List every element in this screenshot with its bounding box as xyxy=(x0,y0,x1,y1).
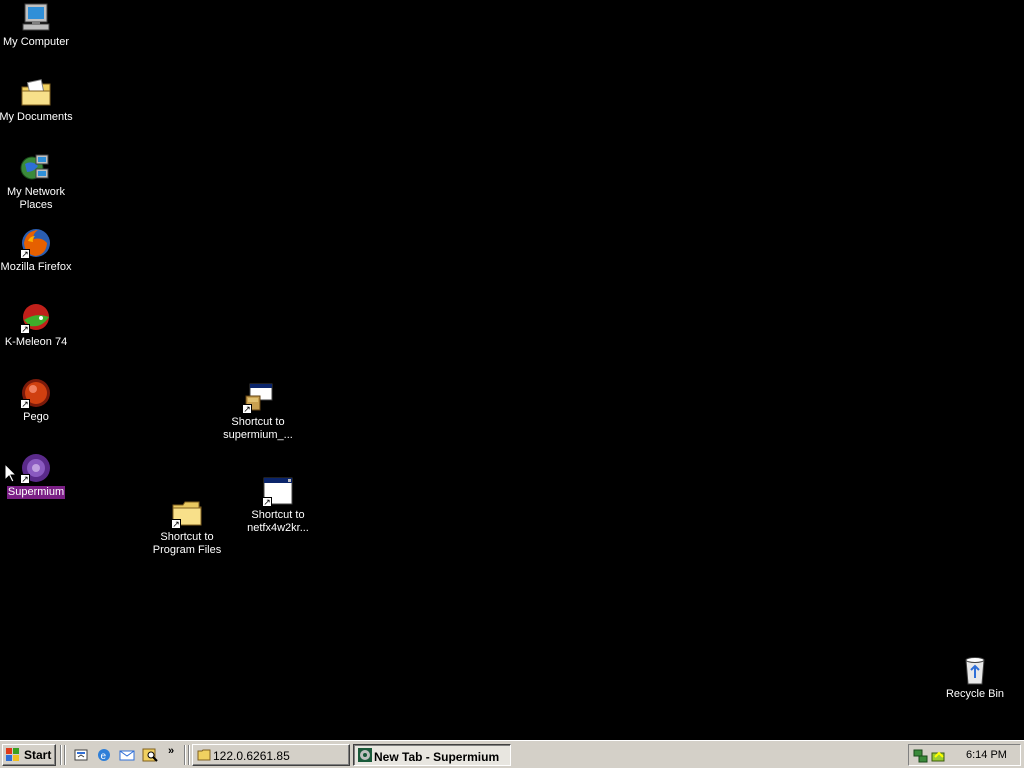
system-tray: 6:14 PM xyxy=(908,744,1021,766)
task-label: 122.0.6261.85 xyxy=(213,749,290,763)
shortcut-arrow-icon: ↗ xyxy=(20,249,30,259)
desktop[interactable]: My Computer My Documents My Network Plac… xyxy=(0,0,1024,740)
desktop-icon-k-meleon[interactable]: ↗ K-Meleon 74 xyxy=(0,302,74,349)
installer-icon: ↗ xyxy=(242,382,274,414)
window-app-icon: ↗ xyxy=(262,475,294,507)
svg-text:e: e xyxy=(101,751,107,762)
desktop-icon-label: Shortcut to Program Files xyxy=(152,531,222,556)
network-connection-icon[interactable] xyxy=(913,748,929,764)
mouse-cursor-icon xyxy=(4,463,18,483)
shortcut-arrow-icon: ↗ xyxy=(171,519,181,529)
desktop-icon-label: Shortcut to supermium_... xyxy=(223,416,293,441)
start-label: Start xyxy=(24,748,52,762)
taskbar-separator xyxy=(184,745,186,765)
desktop-icon-label: My Computer xyxy=(2,36,70,48)
desktop-icon-mozilla-firefox[interactable]: ↗ Mozilla Firefox xyxy=(0,227,74,274)
taskbar: Start e » 122.0.6261.85 New Tab - Superm… xyxy=(0,740,1024,768)
desktop-icon-my-network-places[interactable]: My Network Places xyxy=(0,152,74,212)
taskbar-separator xyxy=(60,745,62,765)
desktop-icon-recycle-bin[interactable]: Recycle Bin xyxy=(937,654,1013,701)
desktop-icon-label: My Network Places xyxy=(6,186,66,211)
desktop-icon-label: Supermium xyxy=(6,486,66,499)
desktop-icon-shortcut-supermium-installer[interactable]: ↗ Shortcut to supermium_... xyxy=(220,382,296,442)
taskbar-separator xyxy=(188,745,190,765)
clock[interactable]: 6:14 PM xyxy=(966,749,1007,761)
k-meleon-icon: ↗ xyxy=(20,302,52,334)
quick-launch-more-button[interactable]: » xyxy=(168,745,174,757)
my-documents-icon xyxy=(20,77,52,109)
pego-icon: ↗ xyxy=(20,377,52,409)
network-places-icon xyxy=(20,152,52,184)
shortcut-arrow-icon: ↗ xyxy=(262,497,272,507)
desktop-icon-label: Mozilla Firefox xyxy=(0,261,72,273)
my-computer-icon xyxy=(20,2,52,34)
desktop-icon-label: Pego xyxy=(23,411,49,423)
desktop-icon-my-documents[interactable]: My Documents xyxy=(0,77,74,124)
search-icon[interactable] xyxy=(142,747,158,763)
desktop-icon-pego[interactable]: ↗ Pego xyxy=(0,377,74,424)
shortcut-arrow-icon: ↗ xyxy=(20,474,30,484)
start-button[interactable]: Start xyxy=(2,744,56,766)
desktop-icon-my-computer[interactable]: My Computer xyxy=(0,2,74,49)
shortcut-arrow-icon: ↗ xyxy=(20,399,30,409)
recycle-bin-icon xyxy=(959,654,991,686)
firefox-icon: ↗ xyxy=(20,227,52,259)
desktop-icon-label: K-Meleon 74 xyxy=(4,336,68,348)
desktop-icon-label: Shortcut to netfx4w2kr... xyxy=(247,509,309,534)
taskbar-button-folder[interactable]: 122.0.6261.85 xyxy=(192,744,350,766)
supermium-icon: ↗ xyxy=(20,452,52,484)
task-label: New Tab - Supermium xyxy=(374,750,500,764)
windows-logo-icon xyxy=(6,748,19,761)
desktop-icon-shortcut-program-files[interactable]: ↗ Shortcut to Program Files xyxy=(149,497,225,557)
shortcut-arrow-icon: ↗ xyxy=(20,324,30,334)
desktop-icon-label: My Documents xyxy=(0,111,73,123)
show-desktop-icon[interactable] xyxy=(73,747,89,763)
folder-icon xyxy=(197,749,211,761)
shortcut-arrow-icon: ↗ xyxy=(242,404,252,414)
desktop-icon-label: Recycle Bin xyxy=(945,688,1005,700)
desktop-icon-shortcut-netfx[interactable]: ↗ Shortcut to netfx4w2kr... xyxy=(240,475,316,535)
folder-icon: ↗ xyxy=(171,497,203,529)
internet-explorer-icon[interactable]: e xyxy=(96,747,112,763)
supermium-icon xyxy=(358,748,372,762)
taskbar-separator xyxy=(64,745,66,765)
outlook-express-icon[interactable] xyxy=(119,747,135,763)
safely-remove-hardware-icon[interactable] xyxy=(931,748,947,764)
taskbar-button-supermium[interactable]: New Tab - Supermium xyxy=(353,744,511,766)
